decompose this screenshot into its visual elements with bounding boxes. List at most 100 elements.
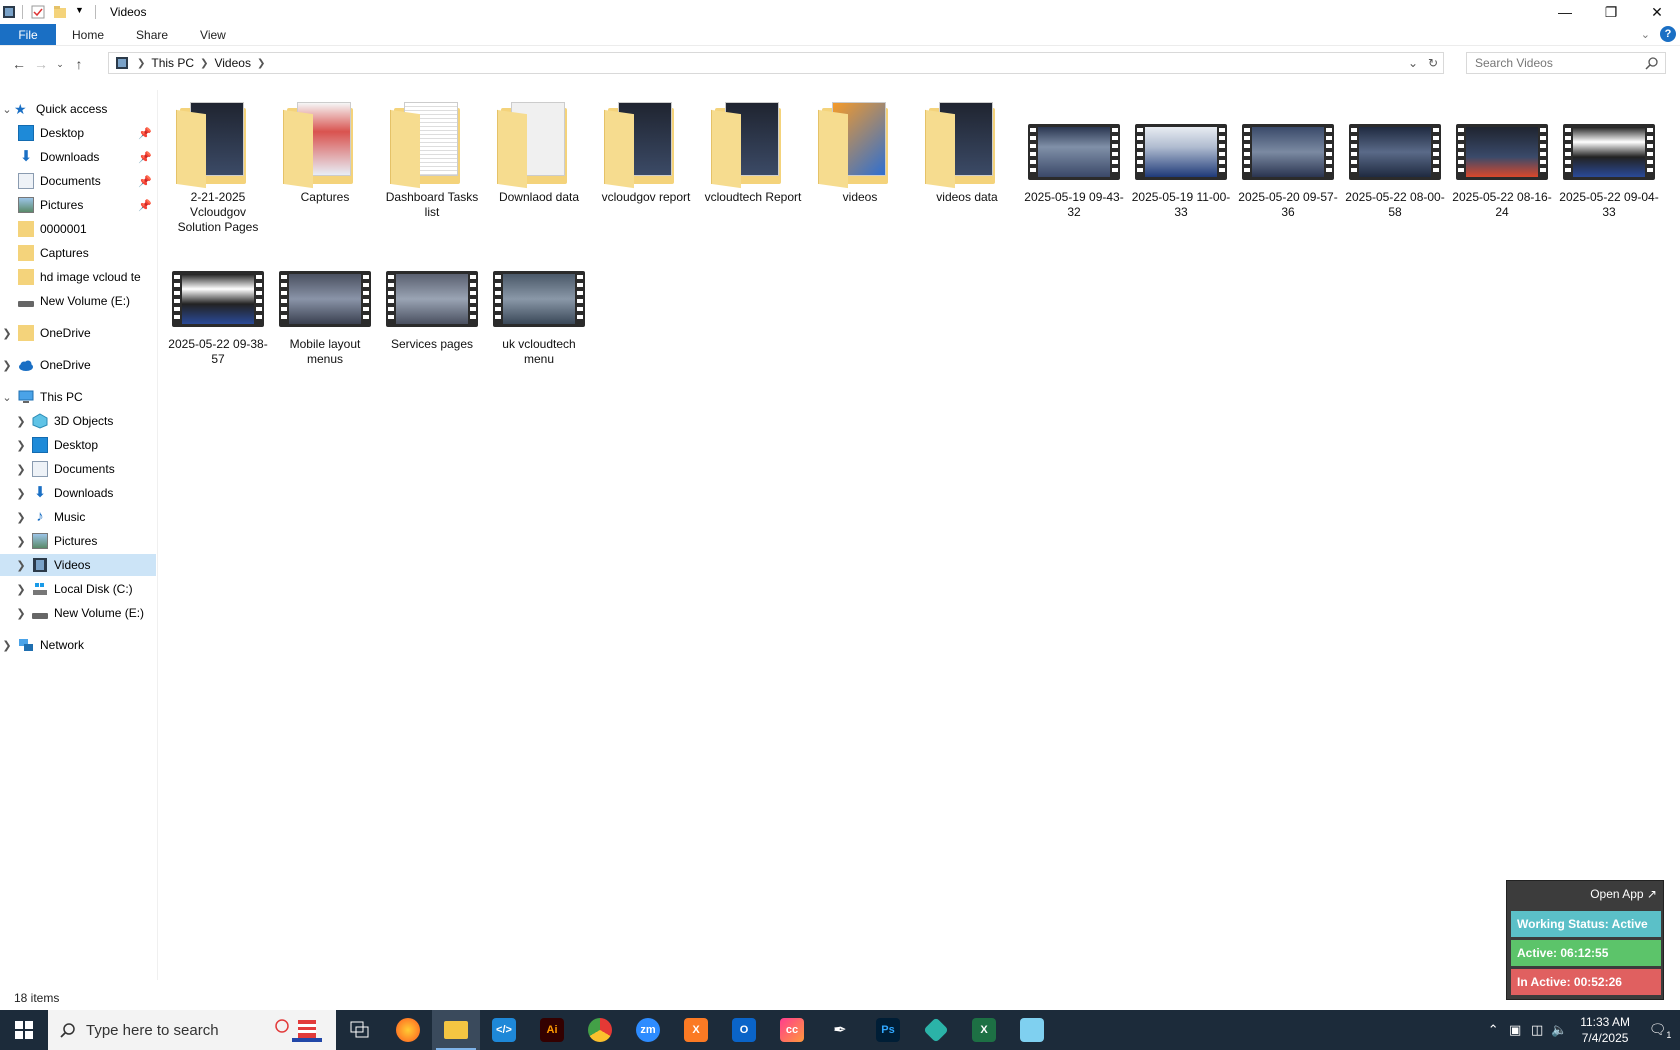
- nav-quick-access[interactable]: ⌄ ★ Quick access: [0, 98, 156, 120]
- video-file-item[interactable]: uk vcloudtech menu: [489, 245, 589, 367]
- nav-network[interactable]: ❯ Network: [0, 634, 156, 656]
- taskbar-pen-tool[interactable]: ✒: [816, 1010, 864, 1050]
- chevron-right-icon[interactable]: ❯: [0, 639, 14, 652]
- task-view-button[interactable]: [336, 1010, 384, 1050]
- folder-item[interactable]: Dashboard Tasks list: [382, 98, 482, 220]
- chevron-down-icon[interactable]: ⌄: [0, 103, 14, 116]
- chevron-down-icon[interactable]: ⌄: [0, 391, 14, 404]
- nav-qa-downloads[interactable]: ⬇ Downloads 📌: [0, 146, 156, 168]
- nav-pc-music[interactable]: ❯ ♪ Music: [0, 506, 156, 528]
- nav-onedrive[interactable]: ❯ OneDrive: [0, 354, 156, 376]
- nav-qa-documents[interactable]: Documents 📌: [0, 170, 156, 192]
- chevron-right-icon[interactable]: ❯: [14, 559, 28, 572]
- taskbar-firefox[interactable]: [384, 1010, 432, 1050]
- chevron-right-icon[interactable]: ❯: [14, 607, 28, 620]
- restore-button[interactable]: ❐: [1588, 0, 1634, 24]
- network-status-icon[interactable]: ◫: [1526, 1022, 1548, 1038]
- taskbar-vscode[interactable]: </>: [480, 1010, 528, 1050]
- taskbar-photoshop[interactable]: Ps: [864, 1010, 912, 1050]
- folder-item[interactable]: Downlaod data: [489, 98, 589, 205]
- taskbar-outlook[interactable]: O: [720, 1010, 768, 1050]
- chevron-right-icon[interactable]: ❯: [14, 511, 28, 524]
- taskbar-app-diamond[interactable]: [912, 1010, 960, 1050]
- folder-item[interactable]: videos: [810, 98, 910, 205]
- chevron-right-icon[interactable]: ❯: [0, 327, 14, 340]
- address-dropdown-icon[interactable]: ⌄: [1403, 56, 1423, 70]
- tab-file[interactable]: File: [0, 24, 56, 45]
- taskbar-chrome[interactable]: [576, 1010, 624, 1050]
- nav-pc-documents[interactable]: ❯ Documents: [0, 458, 156, 480]
- help-icon[interactable]: ?: [1660, 26, 1676, 42]
- recent-locations-icon[interactable]: ⌄: [52, 53, 68, 75]
- close-button[interactable]: ✕: [1634, 0, 1680, 24]
- customize-toolbar-icon[interactable]: ▼: [75, 5, 89, 19]
- nav-pc-videos[interactable]: ❯ Videos: [0, 554, 156, 576]
- folder-item[interactable]: videos data: [917, 98, 1017, 205]
- expand-ribbon-icon[interactable]: ⌄: [1641, 28, 1650, 41]
- new-folder-icon[interactable]: [53, 5, 67, 19]
- taskbar-zoom[interactable]: zm: [624, 1010, 672, 1050]
- nav-qa-hd-image[interactable]: hd image vcloud te: [0, 266, 156, 288]
- taskbar-file-explorer[interactable]: [432, 1010, 480, 1050]
- tab-share[interactable]: Share: [120, 24, 184, 45]
- tab-home[interactable]: Home: [56, 24, 120, 45]
- video-file-item[interactable]: 2025-05-19 09-43-32: [1024, 98, 1124, 220]
- nav-qa-0000001[interactable]: 0000001: [0, 218, 156, 240]
- start-button[interactable]: [0, 1010, 48, 1050]
- nav-qa-captures[interactable]: Captures: [0, 242, 156, 264]
- chevron-right-icon[interactable]: ❯: [14, 415, 28, 428]
- folder-item[interactable]: vcloudtech Report: [703, 98, 803, 205]
- nav-pc-local-disk[interactable]: ❯ Local Disk (C:): [0, 578, 156, 600]
- taskbar-excel[interactable]: X: [960, 1010, 1008, 1050]
- video-file-item[interactable]: 2025-05-22 08-00-58: [1345, 98, 1445, 220]
- nav-onedrive-personal[interactable]: ❯ OneDrive: [0, 322, 156, 344]
- breadcrumb-this-pc[interactable]: This PC: [151, 56, 194, 70]
- breadcrumb-videos[interactable]: Videos: [214, 56, 250, 70]
- chevron-right-icon[interactable]: ❯: [14, 439, 28, 452]
- chevron-right-icon[interactable]: ❯: [14, 583, 28, 596]
- taskbar-xampp[interactable]: X: [672, 1010, 720, 1050]
- folder-item[interactable]: vcloudgov report: [596, 98, 696, 205]
- taskbar-search-box[interactable]: Type here to search: [48, 1010, 336, 1050]
- nav-this-pc[interactable]: ⌄ This PC: [0, 386, 156, 408]
- video-file-item[interactable]: 2025-05-19 11-00-33: [1131, 98, 1231, 220]
- forward-arrow-icon[interactable]: →: [30, 53, 52, 75]
- show-hidden-icons-icon[interactable]: ⌃: [1482, 1022, 1504, 1038]
- chevron-right-icon[interactable]: ❯: [14, 535, 28, 548]
- address-bar[interactable]: ❯ This PC ❯ Videos ❯ ⌄ ↻: [108, 52, 1444, 74]
- clock[interactable]: 11:33 AM 7/4/2025: [1580, 1014, 1630, 1046]
- nav-pc-downloads[interactable]: ❯ ⬇ Downloads: [0, 482, 156, 504]
- nav-pc-new-volume[interactable]: ❯ New Volume (E:): [0, 602, 156, 624]
- chevron-right-icon[interactable]: ❯: [0, 359, 14, 372]
- video-file-item[interactable]: 2025-05-22 09-38-57: [168, 245, 268, 367]
- back-arrow-icon[interactable]: ←: [8, 53, 30, 75]
- open-app-link[interactable]: Open App ↗: [1590, 887, 1657, 901]
- video-file-item[interactable]: 2025-05-20 09-57-36: [1238, 98, 1338, 220]
- nav-pc-pictures[interactable]: ❯ Pictures: [0, 530, 156, 552]
- chevron-right-icon[interactable]: ❯: [14, 463, 28, 476]
- video-file-item[interactable]: Mobile layout menus: [275, 245, 375, 367]
- nav-qa-desktop[interactable]: Desktop 📌: [0, 122, 156, 144]
- nav-qa-new-volume[interactable]: New Volume (E:): [0, 290, 156, 312]
- volume-icon[interactable]: 🔈: [1548, 1022, 1570, 1038]
- video-file-item[interactable]: 2025-05-22 09-04-33: [1559, 98, 1659, 220]
- refresh-icon[interactable]: ↻: [1423, 56, 1443, 70]
- breadcrumb-chevron-icon[interactable]: ❯: [257, 58, 265, 69]
- nav-qa-pictures[interactable]: Pictures 📌: [0, 194, 156, 216]
- properties-icon[interactable]: [31, 5, 45, 19]
- breadcrumb-chevron-icon[interactable]: ❯: [137, 58, 145, 69]
- folder-item[interactable]: 2-21-2025 Vcloudgov Solution Pages: [168, 98, 268, 235]
- search-icon[interactable]: [1645, 56, 1659, 70]
- video-file-item[interactable]: 2025-05-22 08-16-24: [1452, 98, 1552, 220]
- taskbar-illustrator[interactable]: Ai: [528, 1010, 576, 1050]
- minimize-button[interactable]: —: [1542, 0, 1588, 24]
- nav-pc-3d-objects[interactable]: ❯ 3D Objects: [0, 410, 156, 432]
- folder-item[interactable]: Captures: [275, 98, 375, 205]
- notifications-icon[interactable]: 🗨1: [1640, 1021, 1680, 1040]
- breadcrumb-chevron-icon[interactable]: ❯: [200, 58, 208, 69]
- taskbar-notepad[interactable]: [1008, 1010, 1056, 1050]
- video-file-item[interactable]: Services pages: [382, 245, 482, 352]
- nav-pc-desktop[interactable]: ❯ Desktop: [0, 434, 156, 456]
- chevron-right-icon[interactable]: ❯: [14, 487, 28, 500]
- tab-view[interactable]: View: [184, 24, 242, 45]
